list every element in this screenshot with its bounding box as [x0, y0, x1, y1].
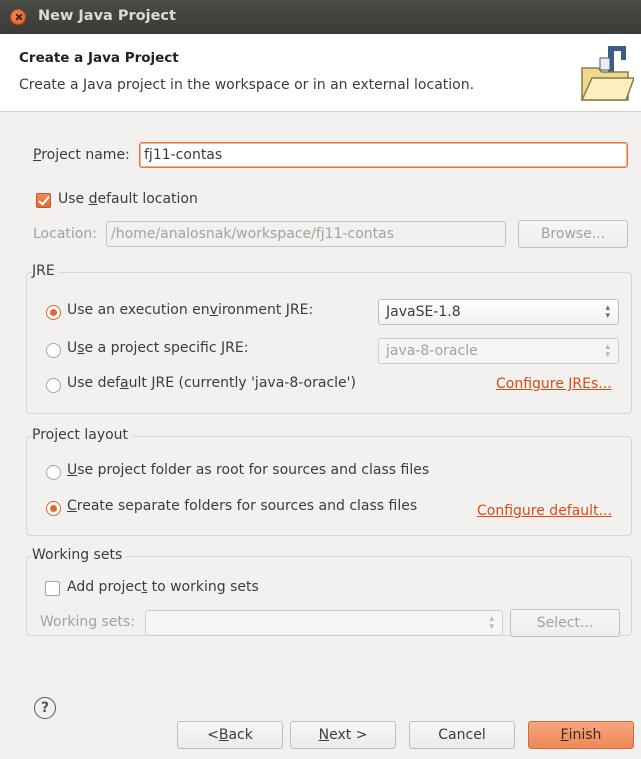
back-button[interactable]: < Back: [177, 721, 283, 749]
separate-folders-radio[interactable]: [46, 501, 61, 516]
location-label: Location:: [33, 226, 97, 242]
execution-environment-combo[interactable]: JavaSE-1.8 ▴ ▾: [378, 299, 619, 325]
project-layout-group-label: Project layout: [32, 427, 133, 443]
project-specific-jre-label: Use a project specific JRE:: [67, 340, 249, 356]
wizard-title: Create a Java Project: [19, 50, 179, 66]
use-default-location-label: Use default location: [58, 191, 198, 207]
project-name-label: Project name:: [33, 147, 130, 163]
execution-environment-value: JavaSE-1.8: [386, 304, 461, 320]
project-name-input[interactable]: [139, 142, 628, 168]
working-sets-combo[interactable]: ▴ ▾: [145, 610, 503, 636]
use-default-location-checkbox[interactable]: [36, 193, 51, 208]
separate-folders-label: Create separate folders for sources and …: [67, 498, 418, 514]
execution-environment-label: Use an execution environment JRE:: [67, 302, 314, 318]
finish-button[interactable]: Finish: [528, 721, 634, 749]
cancel-button[interactable]: Cancel: [409, 721, 515, 749]
help-icon[interactable]: ?: [34, 697, 56, 719]
wizard-header: Create a Java Project Create a Java proj…: [0, 34, 641, 112]
execution-environment-radio[interactable]: [46, 305, 61, 320]
next-button[interactable]: Next >: [290, 721, 396, 749]
select-working-sets-button[interactable]: Select...: [510, 609, 620, 637]
project-layout-group: [26, 436, 632, 536]
wizard-description: Create a Java project in the workspace o…: [19, 77, 475, 93]
configure-jres-link[interactable]: Configure JREs...: [496, 376, 612, 392]
browse-button[interactable]: Browse...: [518, 220, 628, 248]
java-project-folder-icon: [580, 46, 634, 101]
add-to-working-sets-label: Add project to working sets: [67, 579, 259, 595]
combo-arrows-icon: ▴ ▾: [605, 342, 610, 360]
combo-arrows-icon: ▴ ▾: [605, 303, 610, 321]
jre-group-label: JRE: [32, 263, 59, 279]
default-jre-radio[interactable]: [46, 378, 61, 393]
default-jre-label: Use default JRE (currently 'java-8-oracl…: [67, 375, 356, 391]
use-project-folder-radio[interactable]: [46, 465, 61, 480]
configure-default-link[interactable]: Configure default...: [477, 503, 612, 519]
window-title: New Java Project: [38, 8, 176, 24]
location-input[interactable]: [106, 221, 506, 247]
project-specific-jre-combo[interactable]: java-8-oracle ▴ ▾: [378, 338, 619, 364]
project-specific-jre-value: java-8-oracle: [386, 343, 478, 359]
combo-arrows-icon: ▴ ▾: [489, 614, 494, 632]
working-sets-group-label: Working sets: [32, 547, 127, 563]
working-sets-label: Working sets:: [40, 614, 135, 630]
add-to-working-sets-checkbox[interactable]: [45, 581, 60, 596]
project-specific-jre-radio[interactable]: [46, 343, 61, 358]
use-project-folder-label: Use project folder as root for sources a…: [67, 462, 430, 478]
close-window-icon[interactable]: [10, 9, 26, 25]
window-titlebar: New Java Project: [0, 0, 641, 34]
